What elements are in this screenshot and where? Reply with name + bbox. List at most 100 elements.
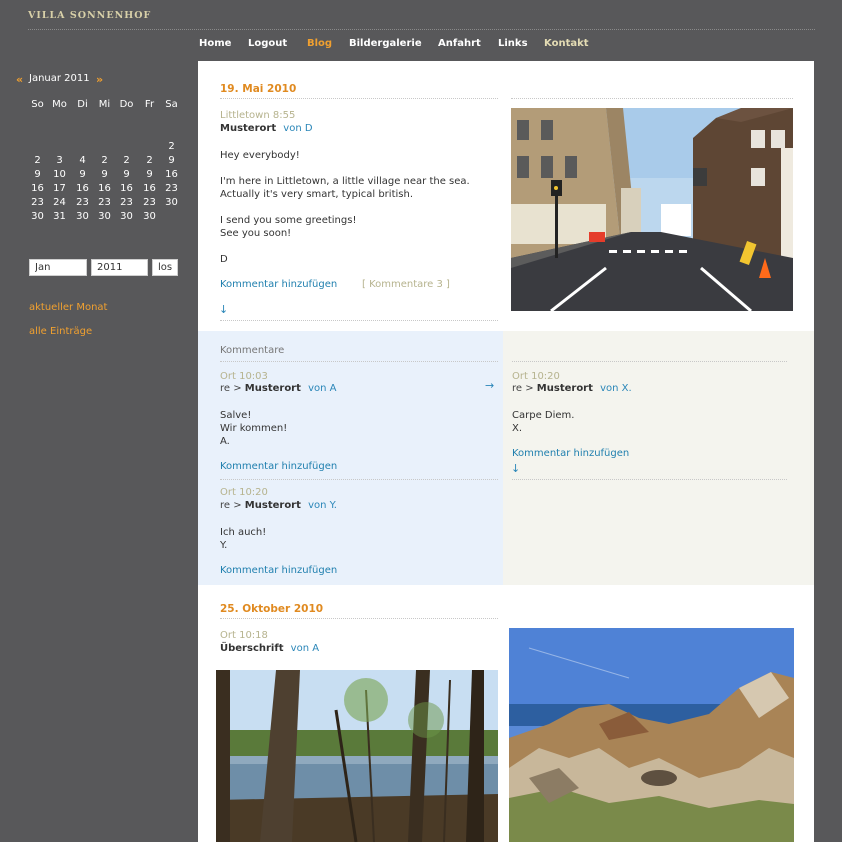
site-title[interactable]: VILLA SONNENHOF bbox=[28, 10, 151, 21]
all-entries-link[interactable]: alle Einträge bbox=[29, 326, 92, 337]
calendar-day[interactable]: 30 bbox=[116, 210, 137, 223]
post-author[interactable]: von A bbox=[291, 643, 319, 654]
weekday-header: Fr bbox=[144, 99, 155, 110]
calendar-day[interactable]: 16 bbox=[116, 182, 137, 195]
calendar-day[interactable]: 9 bbox=[139, 168, 160, 181]
calendar-day[interactable]: 9 bbox=[161, 154, 182, 167]
comment-title: Musterort bbox=[536, 383, 593, 394]
post-date: 25. Oktober 2010 bbox=[220, 603, 324, 615]
comment-author[interactable]: von X. bbox=[600, 383, 632, 394]
reply-prefix: re > bbox=[220, 383, 242, 394]
content-area: 19. Mai 2010 Littletown 8:55 Musterort v… bbox=[198, 61, 814, 842]
calendar-day[interactable]: 23 bbox=[161, 182, 182, 195]
month-input[interactable] bbox=[29, 259, 87, 276]
calendar-day[interactable]: 30 bbox=[72, 210, 93, 223]
reply-prefix: re > bbox=[220, 500, 242, 511]
divider bbox=[512, 361, 787, 362]
reply-prefix: re > bbox=[512, 383, 534, 394]
calendar-day[interactable]: 16 bbox=[94, 182, 115, 195]
comments-heading: Kommentare bbox=[220, 345, 285, 356]
divider bbox=[220, 320, 498, 321]
calendar-day[interactable]: 2 bbox=[116, 154, 137, 167]
arrow-right-icon[interactable]: → bbox=[485, 379, 494, 392]
post-body-line: I send you some greetings! bbox=[220, 215, 357, 226]
calendar-day[interactable]: 17 bbox=[49, 182, 70, 195]
divider bbox=[220, 479, 498, 480]
current-month-link[interactable]: aktueller Monat bbox=[29, 302, 107, 313]
comment-author[interactable]: von Y. bbox=[308, 500, 337, 511]
post-title: Überschrift bbox=[220, 643, 284, 654]
comment-count-link[interactable]: [ Kommentare 3 ] bbox=[362, 279, 450, 290]
calendar-day[interactable]: 9 bbox=[116, 168, 137, 181]
calendar-day[interactable]: 30 bbox=[94, 210, 115, 223]
comment-body-line: A. bbox=[220, 436, 230, 447]
weekday-header: Sa bbox=[165, 99, 178, 110]
comment-meta: Ort 10:20 bbox=[220, 487, 268, 498]
calendar-day[interactable]: 16 bbox=[161, 168, 182, 181]
add-comment-link[interactable]: Kommentar hinzufügen bbox=[220, 461, 337, 472]
calendar-day[interactable]: 9 bbox=[72, 168, 93, 181]
calendar-day[interactable]: 30 bbox=[161, 196, 182, 209]
down-arrow-icon[interactable]: ↓ bbox=[219, 303, 228, 316]
divider bbox=[511, 98, 793, 99]
add-comment-link[interactable]: Kommentar hinzufügen bbox=[220, 279, 337, 290]
nav-logout[interactable]: Logout bbox=[248, 38, 287, 49]
comment-panel: Ort 10:20 re > Musterort von X. Carpe Di… bbox=[503, 331, 814, 585]
calendar-day[interactable]: 16 bbox=[139, 182, 160, 195]
calendar-month-title: Januar 2011 bbox=[29, 73, 90, 84]
calendar-day[interactable]: 30 bbox=[27, 210, 48, 223]
add-comment-link[interactable]: Kommentar hinzufügen bbox=[220, 565, 337, 576]
calendar-day[interactable]: 9 bbox=[27, 168, 48, 181]
calendar-day[interactable]: 24 bbox=[49, 196, 70, 209]
calendar-day[interactable]: 23 bbox=[116, 196, 137, 209]
calendar-day[interactable]: 2 bbox=[161, 140, 182, 153]
calendar-day[interactable]: 9 bbox=[94, 168, 115, 181]
nav-anfahrt[interactable]: Anfahrt bbox=[438, 38, 481, 49]
comment-author[interactable]: von A bbox=[308, 383, 336, 394]
add-comment-link[interactable]: Kommentar hinzufügen bbox=[512, 448, 629, 459]
calendar-day[interactable]: 16 bbox=[27, 182, 48, 195]
weekday-header: Mi bbox=[98, 99, 111, 110]
post-author[interactable]: von D bbox=[283, 123, 312, 134]
post-body-line: Actually it's very smart, typical britis… bbox=[220, 189, 413, 200]
nav-links[interactable]: Links bbox=[498, 38, 528, 49]
post-body-line: Hey everybody! bbox=[220, 150, 300, 161]
nav-home[interactable]: Home bbox=[199, 38, 231, 49]
prev-month-button[interactable]: « bbox=[16, 73, 23, 86]
comment-heading: re > Musterort von A bbox=[220, 383, 337, 394]
next-month-button[interactable]: » bbox=[96, 73, 103, 86]
calendar-day[interactable]: 10 bbox=[49, 168, 70, 181]
comment-body-line: Y. bbox=[220, 540, 228, 551]
calendar-day[interactable]: 4 bbox=[72, 154, 93, 167]
calendar-day[interactable]: 23 bbox=[139, 196, 160, 209]
calendar-day[interactable]: 3 bbox=[49, 154, 70, 167]
post-meta: Ort 10:18 bbox=[220, 630, 268, 641]
go-button[interactable]: los bbox=[152, 259, 178, 276]
calendar-day[interactable]: 2 bbox=[94, 154, 115, 167]
calendar-day[interactable]: 2 bbox=[27, 154, 48, 167]
calendar-day[interactable]: 31 bbox=[49, 210, 70, 223]
calendar-day[interactable]: 16 bbox=[72, 182, 93, 195]
post-heading: Musterort von D bbox=[220, 123, 313, 134]
comment-body-line: X. bbox=[512, 423, 523, 434]
weekday-header: So bbox=[31, 99, 44, 110]
year-input[interactable] bbox=[91, 259, 148, 276]
nav-kontakt[interactable]: Kontakt bbox=[544, 38, 589, 49]
comment-body-line: Carpe Diem. bbox=[512, 410, 575, 421]
calendar-day[interactable]: 23 bbox=[94, 196, 115, 209]
nav-bildergalerie[interactable]: Bildergalerie bbox=[349, 38, 422, 49]
divider bbox=[512, 479, 787, 480]
header-divider bbox=[28, 29, 815, 30]
weekday-header: Do bbox=[119, 99, 134, 110]
comment-body-line: Salve! bbox=[220, 410, 252, 421]
comment-panel: Kommentare Ort 10:03 re > Musterort von … bbox=[198, 331, 503, 585]
weekday-header: Mo bbox=[52, 99, 67, 110]
calendar-day[interactable]: 23 bbox=[27, 196, 48, 209]
nav-blog[interactable]: Blog bbox=[307, 38, 332, 49]
post-signature: D bbox=[220, 254, 228, 265]
down-arrow-icon[interactable]: ↓ bbox=[511, 462, 520, 475]
calendar-day[interactable]: 2 bbox=[139, 154, 160, 167]
calendar-day[interactable]: 30 bbox=[139, 210, 160, 223]
calendar-day[interactable]: 23 bbox=[72, 196, 93, 209]
comment-title: Musterort bbox=[244, 383, 301, 394]
